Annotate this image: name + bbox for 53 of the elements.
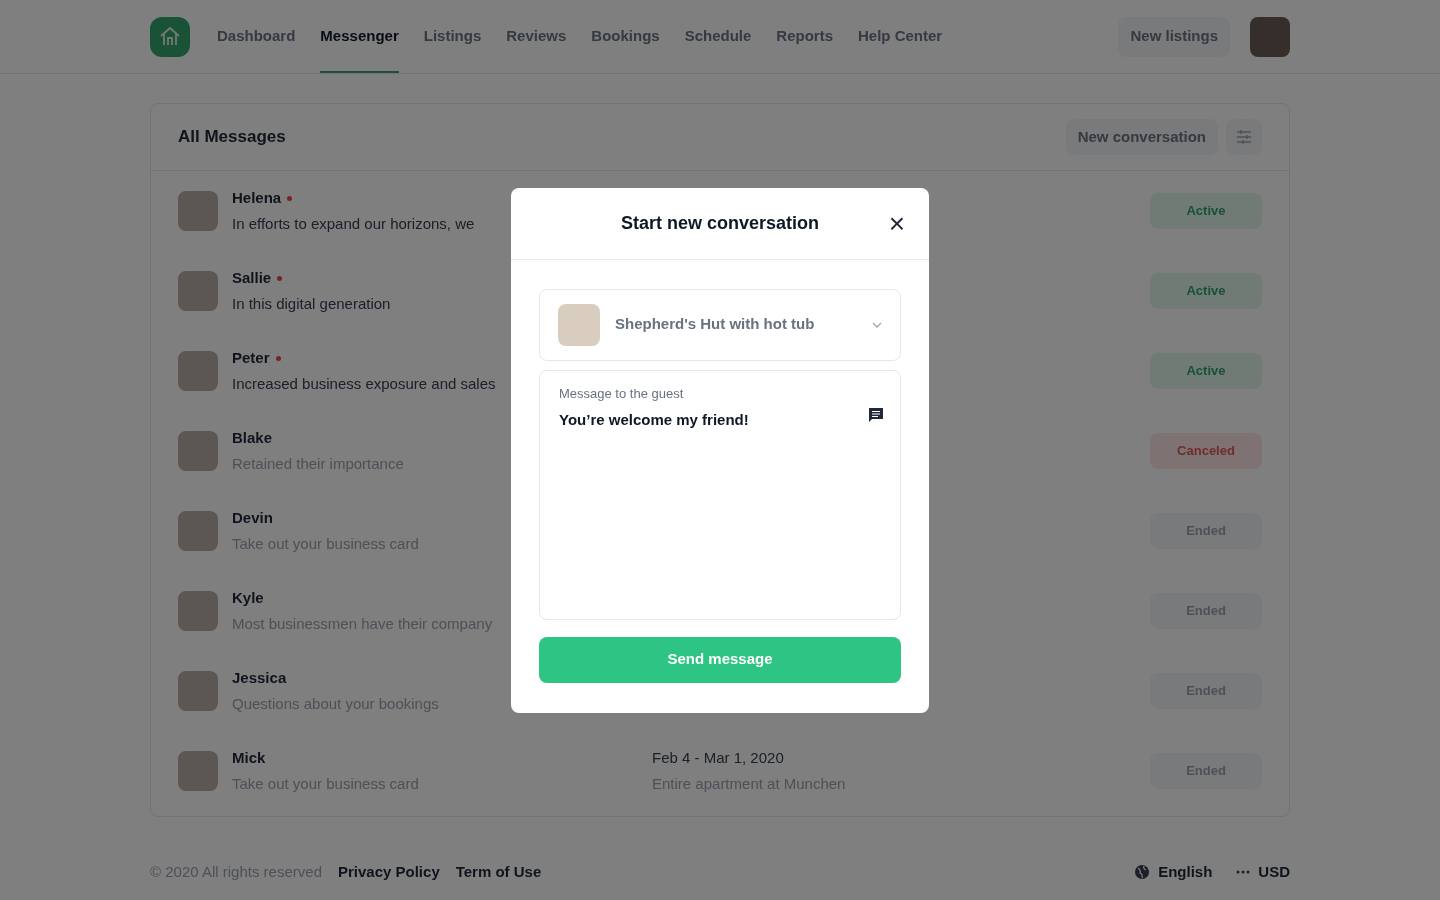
chat-bubble-icon [868, 406, 884, 423]
contact-name: Devin [232, 508, 273, 528]
booking-dates: Feb 4 - Mar 1, 2020 [652, 748, 785, 768]
avatar [178, 751, 218, 791]
nav-tab[interactable]: Messenger [320, 0, 399, 73]
avatar [178, 351, 218, 391]
avatar [178, 191, 218, 231]
send-message-button[interactable]: Send message [539, 636, 901, 683]
footer-link[interactable]: Privacy Policy [338, 860, 440, 884]
nav-tab[interactable]: Listings [423, 0, 482, 73]
message-preview: In this digital generation [232, 293, 391, 314]
globe-icon [1134, 864, 1151, 880]
nav-tab[interactable]: Reviews [506, 0, 567, 73]
message-field[interactable]: Message to the guest You’re welcome my friend! [539, 369, 901, 620]
avatar [178, 511, 218, 551]
avatar [178, 591, 218, 631]
contact-name: Jessica [232, 668, 287, 688]
footer-link[interactable]: Term of Use [455, 860, 542, 884]
status-badge: Active [1150, 193, 1262, 229]
message-preview: In efforts to expand our horizons, we [232, 213, 475, 234]
message-preview: Increased business exposure and sales [232, 373, 496, 394]
status-badge: Active [1150, 353, 1262, 389]
contact-name: Peter [232, 348, 270, 368]
contact-name: Helena [232, 188, 282, 208]
user-avatar[interactable] [1250, 16, 1290, 57]
contact-name: Blake [232, 428, 273, 448]
new-listings-button[interactable]: New listings [1118, 16, 1230, 57]
nav-tab[interactable]: Bookings [591, 0, 660, 73]
status-badge: Active [1150, 273, 1262, 309]
house-logo-icon[interactable] [150, 16, 190, 57]
dialog-title: Start new conversation [620, 211, 820, 235]
avatar [178, 271, 218, 311]
currency-selector[interactable]: USD [1236, 860, 1290, 884]
contact-name: Kyle [232, 588, 264, 608]
filter-settings-button[interactable] [1226, 119, 1262, 155]
status-badge: Canceled [1150, 433, 1262, 469]
nav-tab[interactable]: Help Center [858, 0, 943, 73]
contact-name: Sallie [232, 268, 272, 288]
nav-tab[interactable]: Dashboard [217, 0, 296, 73]
new-conversation-button[interactable]: New conversation [1065, 119, 1218, 155]
nav-tab[interactable]: Schedule [684, 0, 752, 73]
card-title: All Messages [178, 126, 286, 149]
nav-tab[interactable]: Reports [776, 0, 833, 73]
avatar [178, 431, 218, 471]
contact-name: Mick [232, 748, 266, 768]
photo-placeholder [558, 303, 600, 346]
sliders-icon [1236, 129, 1252, 145]
listing-select[interactable]: Shepherd's Hut with hot tub [539, 288, 901, 361]
close-button[interactable]: × [883, 209, 911, 238]
more-dots-icon [1236, 870, 1251, 874]
avatar [178, 671, 218, 711]
chevron-down-icon [872, 321, 882, 328]
language-selector[interactable]: English [1134, 860, 1213, 884]
